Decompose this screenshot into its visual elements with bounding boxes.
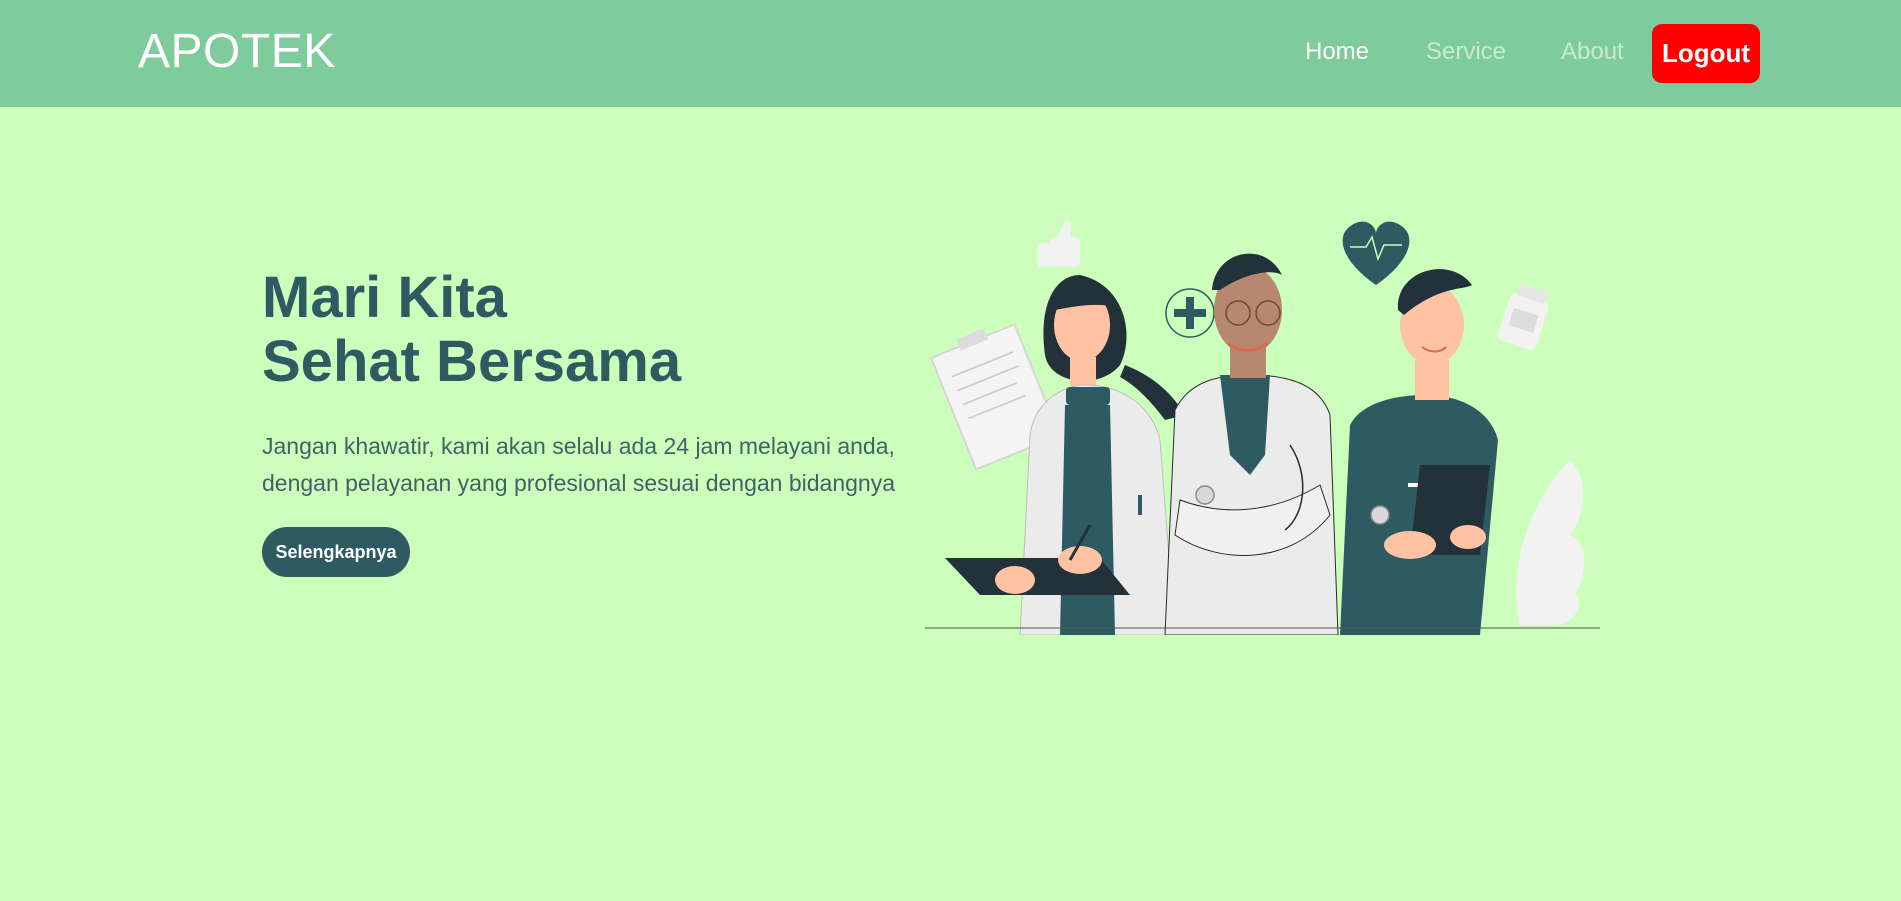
thumbs-up-icon [1038, 220, 1080, 267]
nav-service-link[interactable]: Service [1426, 38, 1506, 66]
nav-home-link[interactable]: Home [1305, 38, 1369, 66]
hero-description-line-2: dengan pelayanan yang profesional sesuai… [262, 470, 896, 496]
plus-circle-icon [1165, 288, 1215, 338]
hero-description: Jangan khawatir, kami akan selalu ada 24… [262, 428, 902, 502]
nav-about-link[interactable]: About [1561, 38, 1624, 66]
navbar: APOTEK Home Service About Logout [0, 0, 1901, 107]
male-nurse-figure [1340, 269, 1498, 635]
hero-description-line-1: Jangan khawatir, kami akan selalu ada 24… [262, 433, 895, 459]
learn-more-button[interactable]: Selengkapnya [262, 527, 410, 577]
heart-pulse-icon [1342, 221, 1410, 285]
hero-title-line-2: Sehat Bersama [262, 329, 682, 394]
hero-title-line-1: Mari Kita [262, 265, 507, 330]
doctors-illustration [925, 220, 1600, 635]
logout-button[interactable]: Logout [1652, 24, 1760, 83]
brand-logo[interactable]: APOTEK [138, 24, 336, 79]
hero-title: Mari Kita Sehat Bersama [262, 266, 681, 394]
medicine-bottle-icon [1498, 283, 1549, 350]
leaf-decoration [1516, 460, 1585, 625]
